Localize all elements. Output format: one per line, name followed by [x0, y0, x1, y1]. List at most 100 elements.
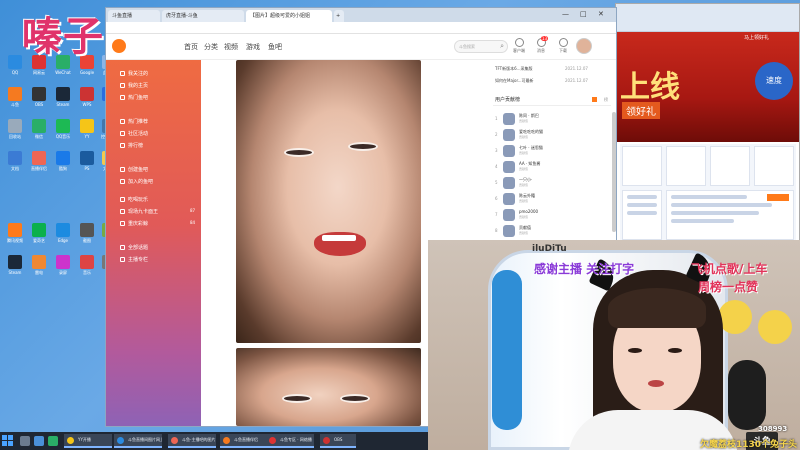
promo-card[interactable]	[622, 146, 662, 186]
sidebar-item[interactable]: 排行榜	[120, 142, 143, 149]
nav-game[interactable]: 游戏	[246, 42, 260, 52]
task-view-icon[interactable]	[34, 436, 44, 446]
sidebar-item[interactable]: 我的主页	[120, 82, 148, 89]
sidebar-item[interactable]: 我关注的	[120, 70, 148, 77]
desktop-icon[interactable]: 微信	[28, 119, 50, 139]
post-photo[interactable]	[236, 348, 421, 426]
taskbar-item[interactable]: YY开播	[64, 434, 112, 448]
taskbar-item[interactable]: 斗鱼专区 · 网络播	[266, 434, 314, 448]
promo-card[interactable]	[622, 190, 662, 240]
sidebar-item[interactable]: 吃喝玩乐	[120, 196, 148, 203]
sidebar-item[interactable]: 热门鱼吧	[120, 94, 148, 101]
ranking-row[interactable]: 1 陈同 · 斯巴 贡献值	[495, 112, 611, 127]
nav-video[interactable]: 视频	[224, 42, 238, 52]
desktop-icon[interactable]: 录屏	[52, 255, 74, 275]
ranking-row[interactable]: 4 AA · 知鱼酱 贡献值	[495, 160, 611, 175]
taskbar-item-label: YY开播	[78, 437, 91, 442]
sidebar-item[interactable]: 现场九卡面王 87	[120, 208, 195, 215]
promo-card-button[interactable]	[767, 194, 789, 201]
sidebar-count: 84	[190, 220, 196, 225]
sidebar-item[interactable]: 主播专栏	[120, 256, 148, 263]
sidebar-item[interactable]: 热门推荐	[120, 118, 148, 125]
right-browser-window[interactable]: 马上领好礼 上线 领好礼 速度	[615, 3, 800, 243]
desktop-icon[interactable]: 截图	[76, 223, 98, 243]
sidebar-item[interactable]: 创建鱼吧	[120, 166, 148, 173]
desktop-icon[interactable]: Steam	[52, 87, 74, 107]
ranking-row[interactable]: 6 陈云外籍 贡献值	[495, 192, 611, 207]
nav-category[interactable]: 分类	[204, 42, 218, 52]
desktop-icon[interactable]: 回收站	[4, 119, 26, 139]
overlay-thanks-text: 感谢主播 关注打字	[534, 262, 635, 276]
taskbar-item[interactable]: 斗鱼直播间图片网上传	[114, 434, 162, 448]
site-logo[interactable]	[112, 39, 126, 53]
desktop-icon-label: QQ	[11, 70, 19, 75]
promo-card[interactable]	[666, 190, 794, 240]
taskbar-item[interactable]: 斗鱼直播伴侣	[220, 434, 268, 448]
news-item[interactable]: 如何在Major...可最新 2021.12.07	[495, 78, 588, 84]
taskbar-app-icon	[171, 437, 178, 444]
scrollbar[interactable]	[612, 112, 616, 232]
avatar	[503, 225, 515, 237]
desktop-icon[interactable]: Edge	[52, 223, 74, 243]
desktop-icon[interactable]: YY	[76, 119, 98, 139]
sidebar-item[interactable]: 重庆彩鲸 84	[120, 220, 195, 227]
photo-eye	[348, 142, 378, 151]
promo-card[interactable]	[754, 146, 794, 186]
desktop-icon[interactable]: 直播伴侣	[28, 151, 50, 171]
download-icon[interactable]: 下载	[554, 38, 572, 54]
desktop-icon[interactable]: 腾讯视频	[4, 223, 26, 243]
scrolling-ticker: 欠魔荔枝1130个兔子头	[700, 440, 798, 450]
news-item[interactable]: TFT新版本6...采集版 2021.12.07	[495, 66, 588, 72]
nav-home[interactable]: 首页	[184, 42, 198, 52]
maximize-icon[interactable]: □	[580, 10, 587, 18]
chair-stripe	[492, 270, 522, 430]
sidebar-item[interactable]: 全部话题	[120, 244, 148, 251]
ranking-row[interactable]: 7 pmo2000 贡献值	[495, 208, 611, 223]
browser-tab[interactable]: 斗鱼直播	[108, 10, 160, 22]
desktop-icon[interactable]: PS	[76, 151, 98, 171]
sidebar-item[interactable]: 加入的鱼吧	[120, 178, 153, 185]
minimize-icon[interactable]: —	[562, 10, 569, 18]
taskbar-item[interactable]: OBS	[320, 434, 356, 448]
pinned-app-icon[interactable]	[48, 436, 58, 446]
address-bar[interactable]	[106, 22, 616, 34]
desktop-icon[interactable]: 文档	[4, 151, 26, 171]
browser-tab-active[interactable]: 【图片】超级可爱的小姐姐	[246, 10, 332, 22]
client-icon[interactable]: 客户端	[510, 38, 528, 54]
message-icon[interactable]: 13 消息	[532, 36, 550, 54]
desktop-icon[interactable]: Steam	[4, 255, 26, 275]
desktop-icon-label: 录屏	[59, 270, 67, 275]
desktop-icon[interactable]: QQ音乐	[52, 119, 74, 139]
app-icon	[8, 223, 22, 237]
ranking-row[interactable]: 5 一只小· 贡献值	[495, 176, 611, 191]
desktop-icon[interactable]: 斗鱼	[4, 87, 26, 107]
desktop-icon[interactable]: 爱奇艺	[28, 223, 50, 243]
browser-tab[interactable]: 虎牙直播-斗鱼	[162, 10, 244, 22]
ranking-row[interactable]: 8 贡献值 贡献值	[495, 224, 611, 239]
right-browser-toolbar	[616, 4, 799, 32]
close-icon[interactable]: ✕	[598, 10, 604, 18]
desktop-icon[interactable]: OBS	[28, 87, 50, 107]
post-photo[interactable]	[236, 60, 421, 343]
search-input[interactable]: 斗鱼搜索 ⌕	[454, 40, 508, 53]
desktop-icon[interactable]: 音乐	[76, 255, 98, 275]
sidebar-item[interactable]: 社区活动	[120, 130, 148, 137]
desktop-icon[interactable]: 酷狗	[52, 151, 74, 171]
taskbar-item-label: OBS	[334, 437, 343, 442]
search-icon[interactable]	[20, 436, 30, 446]
user-avatar[interactable]	[576, 38, 592, 54]
ranking-more-link[interactable]: 榜	[604, 94, 608, 106]
ranking-row[interactable]: 3 七叶 · 迷思猫 贡献值	[495, 144, 611, 159]
desktop-icon[interactable]: 雷电	[28, 255, 50, 275]
windows-start-icon[interactable]	[2, 435, 14, 447]
desktop-icon[interactable]: WPS	[76, 87, 98, 107]
nav-fishbar[interactable]: 鱼吧	[268, 42, 282, 52]
taskbar-item[interactable]: 斗鱼-主播吧的图片	[168, 434, 216, 448]
search-icon[interactable]: ⌕	[500, 42, 504, 51]
new-tab-button[interactable]: +	[334, 10, 344, 22]
promo-card[interactable]	[666, 146, 706, 186]
promo-card[interactable]	[710, 146, 750, 186]
promo-banner[interactable]: 马上领好礼 上线 领好礼 速度	[616, 32, 799, 142]
ranking-row[interactable]: 2 爱吃吃吃的猫 贡献值	[495, 128, 611, 143]
app-icon	[32, 151, 46, 165]
